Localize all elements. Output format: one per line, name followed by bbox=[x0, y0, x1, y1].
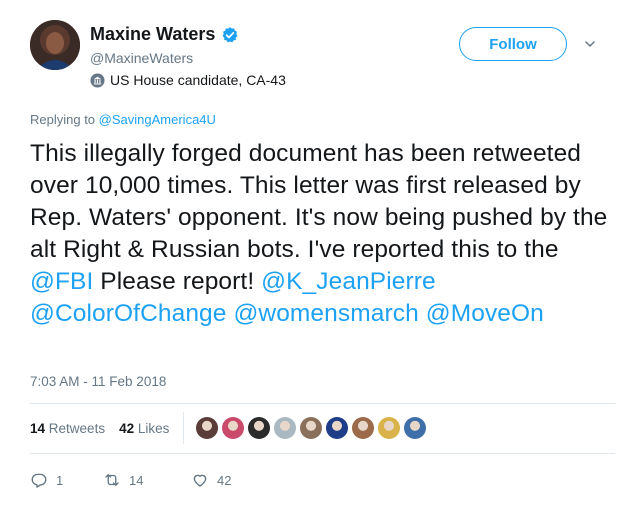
mention-womensmarch-link[interactable]: @womensmarch bbox=[233, 300, 418, 327]
liker-avatars bbox=[196, 417, 426, 439]
reply-context: Replying to @SavingAmerica4U bbox=[30, 112, 216, 127]
liker-avatar-8[interactable] bbox=[378, 417, 400, 439]
retweets-stat[interactable]: 14 Retweets bbox=[30, 421, 105, 436]
like-action[interactable]: 42 bbox=[191, 471, 231, 489]
heart-icon bbox=[193, 474, 207, 487]
retweet-action[interactable]: 14 bbox=[103, 471, 191, 489]
tweet-text-part-2: Please report! bbox=[93, 268, 262, 295]
reply-prefix: Replying to bbox=[30, 112, 96, 127]
liker-avatar-2[interactable] bbox=[222, 417, 244, 439]
liker-avatar-1[interactable] bbox=[196, 417, 218, 439]
reply-action[interactable]: 1 bbox=[30, 471, 103, 489]
reply-mention-link[interactable]: @SavingAmerica4U bbox=[99, 112, 216, 127]
author-avatar[interactable] bbox=[30, 20, 80, 70]
liker-avatar-6[interactable] bbox=[326, 417, 348, 439]
author-display-name[interactable]: Maxine Waters bbox=[90, 24, 215, 45]
author-name-row[interactable]: Maxine Waters bbox=[90, 24, 239, 45]
liker-avatar-3[interactable] bbox=[248, 417, 270, 439]
liker-avatar-5[interactable] bbox=[300, 417, 322, 439]
reply-icon bbox=[31, 473, 47, 488]
tweet-text: This illegally forged document has been … bbox=[30, 138, 615, 330]
verified-badge-icon bbox=[221, 26, 239, 44]
chevron-down-icon[interactable] bbox=[582, 36, 598, 52]
mention-kjeanpierre-link[interactable]: @K_JeanPierre bbox=[261, 268, 436, 295]
tweet-text-part-1: This illegally forged document has been … bbox=[30, 140, 608, 263]
likes-stat[interactable]: 42 Likes bbox=[119, 421, 169, 436]
tweet-actions: 1 14 42 bbox=[30, 471, 231, 489]
tweet-stats: 14 Retweets 42 Likes bbox=[30, 421, 169, 436]
retweet-count: 14 bbox=[129, 472, 144, 488]
liker-avatar-9[interactable] bbox=[404, 417, 426, 439]
candidate-label-row: US House candidate, CA-43 bbox=[90, 72, 286, 88]
mention-moveon-link[interactable]: @MoveOn bbox=[426, 300, 544, 327]
liker-avatar-7[interactable] bbox=[352, 417, 374, 439]
reply-count: 1 bbox=[56, 472, 64, 488]
liker-avatar-4[interactable] bbox=[274, 417, 296, 439]
retweets-label: Retweets bbox=[48, 421, 106, 436]
like-count: 42 bbox=[217, 472, 232, 488]
follow-button[interactable]: Follow bbox=[459, 27, 567, 61]
stats-separator bbox=[183, 412, 184, 444]
divider-bottom bbox=[30, 453, 615, 454]
government-building-icon bbox=[90, 72, 105, 88]
candidate-label: US House candidate, CA-43 bbox=[110, 72, 286, 88]
mention-fbi-link[interactable]: @FBI bbox=[30, 268, 93, 295]
author-handle[interactable]: @MaxineWaters bbox=[90, 50, 193, 66]
mention-colorofchange-link[interactable]: @ColorOfChange bbox=[30, 300, 227, 327]
retweet-icon bbox=[105, 474, 119, 486]
likes-count: 42 bbox=[119, 421, 135, 436]
retweets-count: 14 bbox=[30, 421, 46, 436]
likes-label: Likes bbox=[137, 421, 170, 436]
divider-top bbox=[30, 403, 615, 404]
tweet-timestamp[interactable]: 7:03 AM - 11 Feb 2018 bbox=[30, 374, 166, 389]
